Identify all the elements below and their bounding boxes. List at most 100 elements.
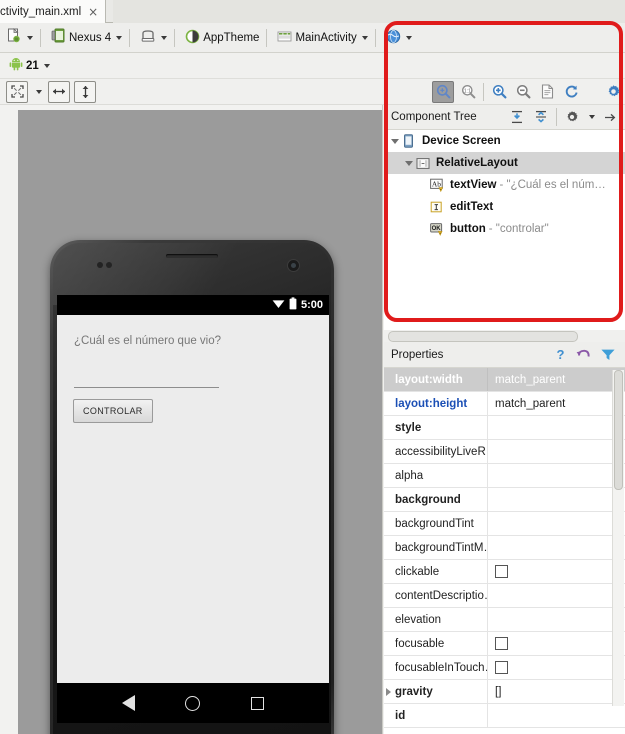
expand-property-icon[interactable] (386, 688, 391, 696)
expand-collapse-icon[interactable] (402, 160, 416, 166)
properties-table[interactable]: layout:width match_parent layout:height mat… (384, 368, 625, 734)
property-row[interactable]: alpha (384, 464, 625, 488)
theme-selector-button[interactable]: AppTheme (181, 26, 263, 50)
svg-text:1:1: 1:1 (463, 88, 470, 94)
property-value-cell[interactable]: match_parent (488, 368, 625, 391)
preview-edittext[interactable] (74, 387, 219, 388)
property-row[interactable]: id (384, 704, 625, 728)
scrollbar-thumb[interactable] (614, 370, 623, 490)
property-value-cell[interactable] (488, 560, 625, 583)
property-name-cell: elevation (384, 608, 488, 631)
locale-selector-button[interactable] (382, 26, 416, 50)
property-row[interactable]: layout:width match_parent (384, 368, 625, 392)
tree-node-device-screen[interactable]: Device Screen (384, 130, 625, 152)
gear-icon[interactable] (562, 107, 582, 127)
design-canvas[interactable]: 5:00 ¿Cuál es el número que vio? CONTROL… (0, 105, 383, 734)
revert-icon[interactable] (574, 345, 594, 365)
property-value-cell[interactable] (488, 512, 625, 535)
property-row[interactable]: focusable (384, 632, 625, 656)
preview-button[interactable]: CONTROLAR (73, 399, 153, 423)
property-name-text: backgroundTintM… (395, 541, 488, 554)
property-value-cell[interactable]: match_parent (488, 392, 625, 415)
preview-textview[interactable]: ¿Cuál es el número que vio? (74, 335, 221, 347)
layout-editor-toolbar: Nexus 4 AppTheme MainActivity (0, 23, 625, 53)
property-value-cell[interactable] (488, 584, 625, 607)
document-button[interactable] (537, 82, 557, 102)
property-row[interactable]: clickable (384, 560, 625, 584)
property-checkbox[interactable] (495, 637, 508, 650)
property-value-cell[interactable] (488, 656, 625, 679)
device-screen[interactable]: 5:00 ¿Cuál es el número que vio? CONTROL… (57, 295, 329, 723)
fit-to-screen-button[interactable] (6, 80, 28, 103)
tree-node-edittext[interactable]: editText (384, 196, 625, 218)
fit-width-button[interactable] (48, 80, 70, 103)
zoom-out-button[interactable] (513, 82, 533, 102)
proximity-sensor-icon (97, 262, 103, 268)
collapse-all-button[interactable] (531, 107, 551, 127)
zoom-to-fit-button[interactable] (432, 80, 454, 103)
property-name-text: style (395, 421, 422, 434)
api-level-selector[interactable]: 21 (3, 54, 54, 78)
gear-icon[interactable] (603, 82, 623, 102)
tree-node-label: button (450, 223, 486, 235)
expand-collapse-icon[interactable] (388, 138, 402, 144)
property-row[interactable]: layout:height match_parent (384, 392, 625, 416)
property-name: alpha (384, 464, 488, 487)
fit-dropdown-button[interactable] (32, 82, 44, 102)
tree-node-relativelayout[interactable]: RelativeLayout (384, 152, 625, 174)
property-checkbox[interactable] (495, 565, 508, 578)
filter-icon[interactable] (598, 345, 618, 365)
fit-height-button[interactable] (74, 80, 96, 103)
home-icon[interactable] (185, 695, 201, 711)
tree-node-textview[interactable]: Ab textView - "¿Cuál es el núm… (384, 174, 625, 196)
theme-label: AppTheme (203, 31, 260, 44)
property-name-cell: layout:height (384, 392, 488, 415)
property-value-cell[interactable] (488, 416, 625, 439)
tab-activity-main-xml[interactable]: ctivity_main.xml × (0, 0, 107, 23)
property-value-cell[interactable]: [] (488, 680, 625, 703)
status-bar-time: 5:00 (300, 299, 323, 311)
chevron-down-icon (361, 35, 368, 40)
gear-dropdown-button[interactable] (586, 107, 596, 127)
toolbar-separator (174, 28, 176, 47)
expand-all-button[interactable] (507, 107, 527, 127)
property-value-cell[interactable] (488, 632, 625, 655)
help-icon[interactable]: ? (550, 345, 570, 365)
property-row[interactable]: backgroundTintM… (384, 536, 625, 560)
property-row[interactable]: elevation (384, 608, 625, 632)
recents-icon[interactable] (250, 696, 264, 710)
property-row[interactable]: accessibilityLiveR… (384, 440, 625, 464)
close-icon[interactable]: × (88, 6, 98, 18)
property-value-text: [] (495, 685, 502, 698)
property-row[interactable]: gravity [] (384, 680, 625, 704)
activity-selector-button[interactable]: MainActivity (273, 26, 371, 50)
property-value-cell[interactable] (488, 536, 625, 559)
property-row[interactable]: contentDescriptio… (384, 584, 625, 608)
chevron-down-icon (36, 89, 42, 94)
properties-scrollbar[interactable] (612, 370, 624, 706)
property-value-cell[interactable] (488, 440, 625, 463)
property-checkbox[interactable] (495, 661, 508, 674)
property-row[interactable]: focusableInTouch… (384, 656, 625, 680)
property-name-cell: layout:width (384, 368, 488, 391)
property-value-cell[interactable] (488, 488, 625, 511)
zoom-in-button[interactable] (489, 82, 509, 102)
property-value-cell[interactable] (488, 608, 625, 631)
api-level-toolbar: 21 (0, 53, 625, 79)
property-row[interactable]: background (384, 488, 625, 512)
device-configuration-button[interactable] (3, 26, 37, 50)
device-selector-button[interactable]: Nexus 4 (47, 26, 126, 50)
hide-panel-button[interactable] (600, 107, 620, 127)
orientation-selector-button[interactable] (136, 26, 171, 50)
edittext-icon (430, 200, 446, 215)
refresh-button[interactable] (561, 82, 581, 102)
component-tree-body[interactable]: Device Screen RelativeLayout Ab textView… (384, 130, 625, 330)
property-row[interactable]: backgroundTint (384, 512, 625, 536)
tab-bar-empty-area (113, 0, 625, 23)
property-value-cell[interactable] (488, 704, 625, 727)
property-row[interactable]: style (384, 416, 625, 440)
tree-node-button[interactable]: OK button - "controlar" (384, 218, 625, 240)
zoom-actual-size-button[interactable]: 1:1 (458, 82, 478, 102)
back-icon[interactable] (122, 695, 136, 711)
property-value-cell[interactable] (488, 464, 625, 487)
